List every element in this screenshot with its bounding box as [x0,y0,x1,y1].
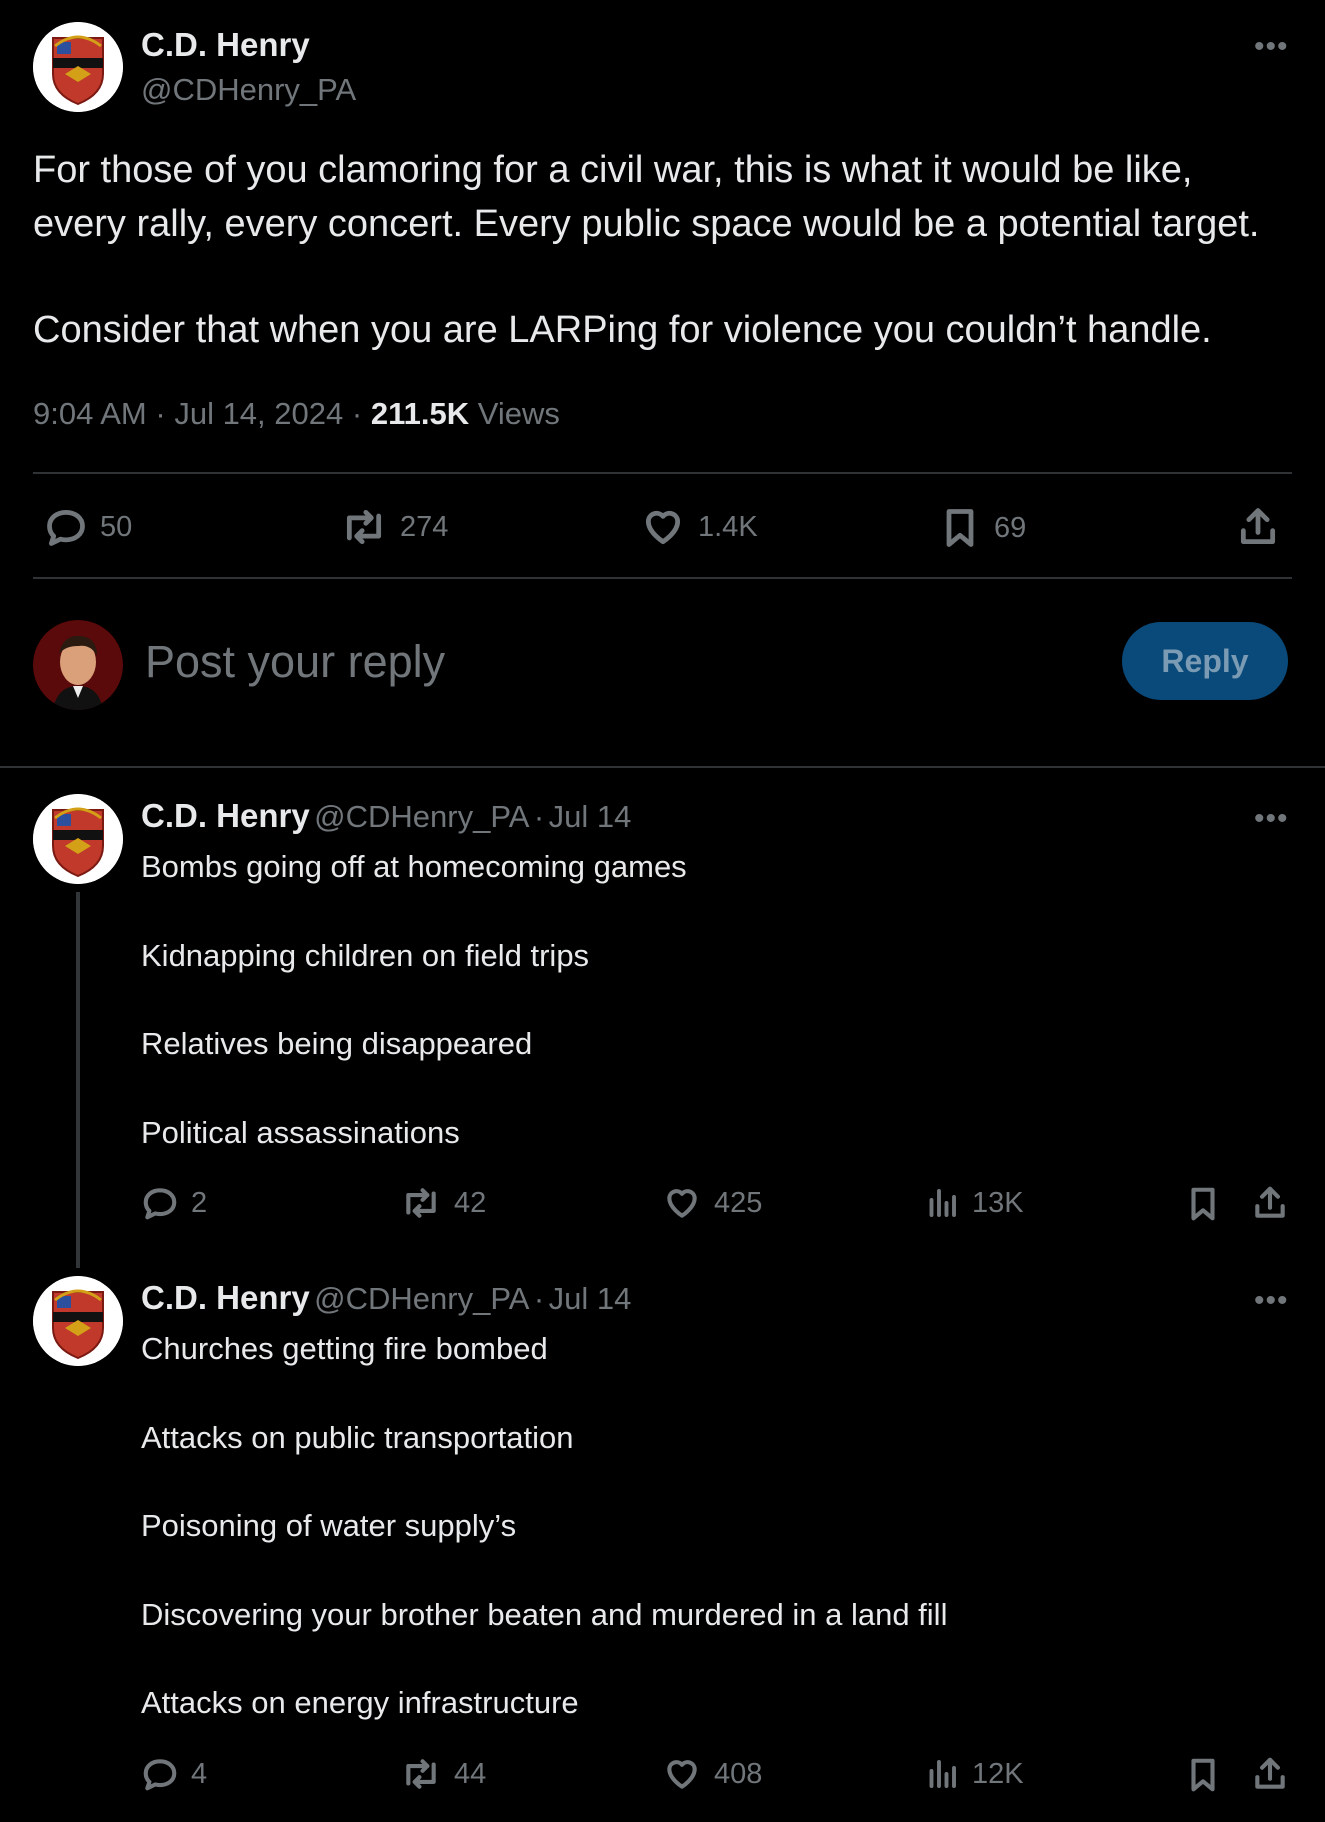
separator: · [351,396,363,431]
bookmark-button[interactable] [1184,1755,1222,1795]
reply-date[interactable]: Jul 14 [549,1281,632,1316]
bookmark-icon [946,509,974,547]
repost-count: 274 [400,510,449,543]
views-count: 13K [972,1186,1024,1219]
section-divider [0,766,1325,768]
bookmark-button[interactable] [1184,1184,1222,1224]
bookmark-stat[interactable]: 69 [938,505,1026,551]
post-meta: 9:04 AM · Jul 14, 2024 · 211.5K Views [33,396,560,432]
separator: · [155,396,166,431]
reply-text-line: Attacks on public transportation [141,1420,574,1455]
views-count: 12K [972,1757,1024,1790]
like-count: 1.4K [698,510,758,543]
reply-icon [143,1759,177,1791]
like-stat[interactable]: 1.4K [640,505,758,549]
reply-stat[interactable]: 4 [141,1755,207,1793]
separator: · [533,1281,545,1316]
reply-stat[interactable]: 2 [141,1184,207,1222]
repost-icon [406,1759,436,1789]
like-stat[interactable]: 425 [662,1184,762,1222]
township-badge-logo [33,794,123,884]
reply-text-line: Churches getting fire bombed [141,1331,548,1366]
reply-author-avatar[interactable] [33,794,123,884]
like-stat[interactable]: 408 [662,1755,762,1793]
share-button[interactable] [1251,1755,1289,1793]
reply-count: 4 [191,1757,208,1790]
repost-icon [406,1188,436,1218]
like-icon [667,1189,697,1218]
reply-count: 50 [100,510,133,543]
repost-stat[interactable]: 274 [340,505,448,549]
reply-header: C.D. Henry @CDHenry_PA · Jul 14 [141,797,631,835]
author-avatar[interactable] [33,22,123,112]
reply-text-line: Poisoning of water supply’s [141,1508,517,1543]
repost-stat[interactable]: 44 [400,1755,486,1793]
reply-author-name[interactable]: C.D. Henry [141,797,310,834]
like-icon [645,510,681,545]
repost-stat[interactable]: 42 [400,1184,486,1222]
views-label: Views [477,396,560,431]
separator: · [533,799,545,834]
share-icon [1255,1757,1285,1789]
reply-text-line: Political assassinations [141,1115,460,1150]
like-count: 408 [714,1757,763,1790]
reply-date[interactable]: Jul 14 [549,799,632,834]
reply-icon [143,1188,177,1220]
user-avatar[interactable] [33,620,123,710]
reply-stat[interactable]: 50 [44,505,132,549]
reply-text-line: Discovering your brother beaten and murd… [141,1597,948,1632]
share-button[interactable] [1251,1184,1289,1222]
reply-text-line: Relatives being disappeared [141,1026,533,1061]
views-stat[interactable]: 13K [924,1184,1024,1222]
reply-text-line: Kidnapping children on field trips [141,938,590,973]
reply-author-handle[interactable]: @CDHenry_PA [314,799,529,834]
post-date[interactable]: Jul 14, 2024 [174,396,343,431]
township-badge-logo [33,22,123,112]
reply-text-line: Attacks on energy infrastructure [141,1685,579,1720]
share-button[interactable] [1236,505,1280,549]
repost-count: 42 [454,1186,487,1219]
reply-text-line: Bombs going off at homecoming games [141,849,687,884]
divider [33,577,1292,579]
share-icon [1255,1186,1285,1218]
more-icon[interactable]: ••• [1254,802,1289,836]
repost-icon [346,509,382,545]
reply-icon [47,509,85,546]
post-text-line: Consider that when you are LARPing for v… [33,309,1212,351]
views-count: 211.5K [370,396,470,431]
reply-author-avatar[interactable] [33,1276,123,1366]
views-icon [929,1189,956,1217]
views-icon [929,1760,956,1788]
user-photo [33,620,123,710]
post-text-line: For those of you clamoring for a civil w… [33,149,1193,191]
township-badge-logo [33,1276,123,1366]
like-icon [667,1760,697,1789]
reply-button[interactable]: Reply [1122,622,1288,700]
views-stat[interactable]: 12K [924,1755,1024,1793]
reply-author-name[interactable]: C.D. Henry [141,1279,310,1316]
bookmark-count: 69 [994,511,1027,544]
post-time[interactable]: 9:04 AM [33,396,147,431]
reply-input[interactable]: Post your reply [145,636,445,688]
repost-count: 44 [454,1757,487,1790]
author-handle[interactable]: @CDHenry_PA [141,72,356,108]
author-name[interactable]: C.D. Henry [141,26,310,64]
bookmark-icon [1191,1758,1215,1792]
thread-line [76,892,80,1268]
divider [33,472,1292,474]
reply-count: 2 [191,1186,208,1219]
share-icon [1240,508,1276,545]
more-icon[interactable]: ••• [1254,1284,1289,1318]
more-icon[interactable]: ••• [1254,30,1289,64]
post-text-line: every rally, every concert. Every public… [33,203,1260,245]
reply-author-handle[interactable]: @CDHenry_PA [314,1281,529,1316]
like-count: 425 [714,1186,763,1219]
bookmark-icon [1191,1187,1215,1221]
reply-header: C.D. Henry @CDHenry_PA · Jul 14 [141,1279,631,1317]
